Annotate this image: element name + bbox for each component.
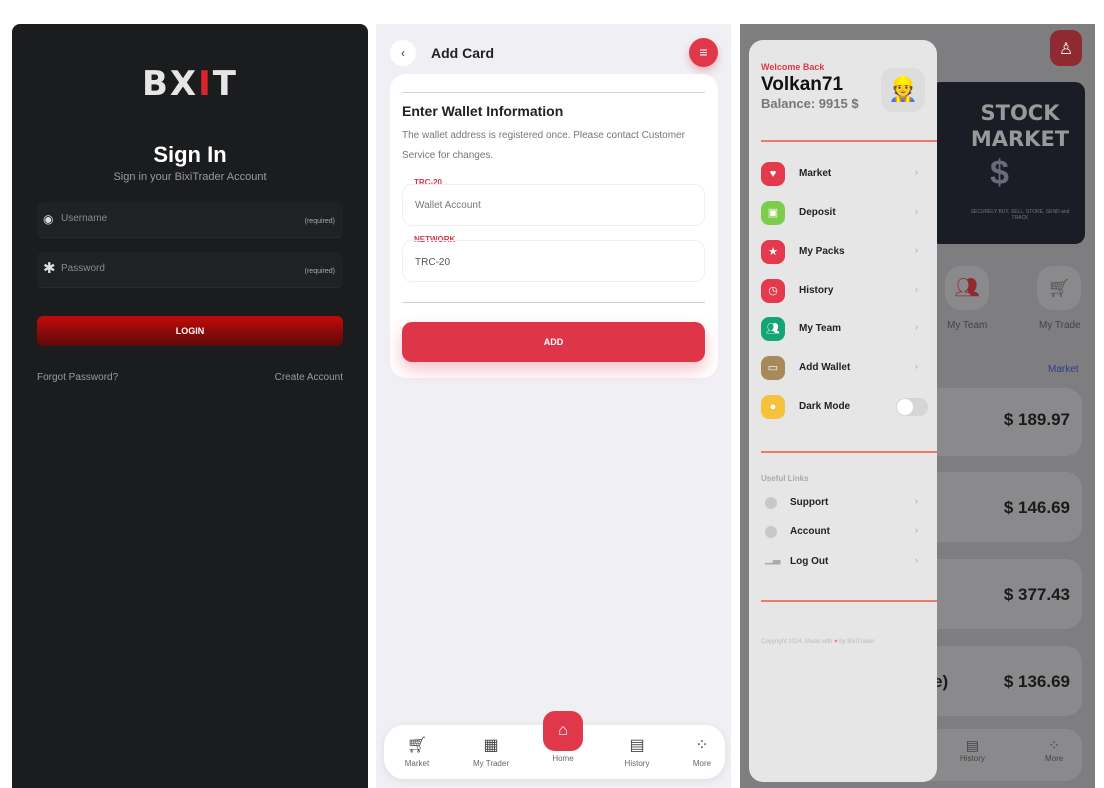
wallet-form-card: Enter Wallet Information The wallet addr… [390,74,718,378]
dollar-icon: $ [990,154,1009,192]
useful-links-heading: Useful Links [761,474,809,483]
menu-button[interactable]: ≡ [689,38,718,67]
avatar[interactable]: 👷 [881,68,925,112]
password-placeholder: Password [61,263,105,274]
balance: Balance: 9915 $ [761,96,859,111]
required-label: (required) [304,268,335,275]
divider [402,302,705,303]
divider [402,92,705,93]
user-icon: ♙ [1058,41,1074,58]
user-icon: ◉ [43,212,54,226]
news-icon: ▤ [629,737,645,754]
chevron-right-icon: › [915,245,918,255]
list-item[interactable]: $ 189.97 [920,388,1082,456]
form-heading: Enter Wallet Information [402,103,564,119]
welcome-text: Welcome Back [761,62,825,72]
side-drawer: Welcome Back Volkan71 Balance: 9915 $ 👷 … [749,40,937,782]
add-card-screen: ‹ Add Card ≡ Enter Wallet Information Th… [376,24,731,788]
chevron-right-icon: › [915,167,918,177]
nav-my-trader[interactable]: ▦ My Trader [461,735,521,768]
menu-item-history[interactable]: ◷ History › [761,279,931,307]
star-icon: ★ [761,240,785,264]
divider [761,451,937,453]
page-title: Sign In [153,142,227,167]
divider [761,600,937,602]
deposit-icon: ▣ [761,201,785,225]
nav-more[interactable]: ⁘ More [672,735,732,768]
wallet-account-input[interactable]: Wallet Account [402,184,705,226]
market-link[interactable]: Market [1048,364,1079,375]
home-icon: ⌂ [558,722,568,739]
password-input[interactable]: ✱ Password (required) [37,252,343,288]
divider [761,140,937,142]
account-icon [765,526,777,538]
support-icon [765,497,777,509]
wallet-placeholder: Wallet Account [415,200,481,211]
heart-icon: ♥ [761,162,785,186]
chevron-right-icon: › [915,525,918,535]
grid-icon: ▦ [483,737,499,754]
chevron-right-icon: › [915,206,918,216]
forgot-password-link[interactable]: Forgot Password? [37,372,118,383]
dark-mode-toggle[interactable] [896,398,928,416]
bxit-logo: BXIT [142,64,238,104]
create-account-link[interactable]: Create Account [275,372,343,383]
menu-item-my-packs[interactable]: ★ My Packs › [761,240,931,268]
menu-item-market[interactable]: ♥ Market › [761,162,931,190]
page-title: Add Card [431,45,494,61]
my-trade-shortcut[interactable]: 🛒︎ [1037,266,1081,310]
form-description: The wallet address is registered once. P… [402,130,685,161]
link-support[interactable]: Support › [761,495,931,515]
more-icon: ⁘ [695,737,709,754]
username: Volkan71 [761,74,844,95]
team-icon: 👥︎ [761,317,785,341]
menu-item-dark-mode: ● Dark Mode [761,395,931,423]
stock-market-banner: STOCK MARKET $ SECURELY BUY, SELL, STORE,… [930,82,1085,244]
home-button[interactable]: ⌂ [543,711,583,751]
chevron-right-icon: › [915,284,918,294]
my-team-shortcut[interactable]: 👥︎ [945,266,989,310]
login-button[interactable]: LOGIN [37,316,343,346]
menu-item-add-wallet[interactable]: ▭ Add Wallet › [761,356,931,384]
asterisk-icon: ✱ [43,260,56,277]
nav-more[interactable]: ⁘ More [1045,737,1063,763]
menu-screen: ♙ STOCK MARKET $ SECURELY BUY, SELL, STOR… [740,24,1095,788]
username-input[interactable]: ◉ Username (required) [37,202,343,238]
page-subtitle: Sign in your BixiTrader Account [113,171,267,183]
link-account[interactable]: Account › [761,524,931,544]
add-button[interactable]: ADD [402,322,705,362]
link-log-out[interactable]: ▁▃ Log Out › [761,554,931,574]
nav-market[interactable]: 🛒︎ Market [387,735,447,768]
signal-icon: ▁▃ [765,554,781,565]
back-button[interactable]: ‹ [390,40,416,66]
clock-icon: ◷ [761,279,785,303]
chevron-right-icon: › [915,322,918,332]
copyright: Copyright 2024. Made with ♥ by BixiTrade… [761,639,875,645]
signin-screen: BXIT Sign In Sign in your BixiTrader Acc… [12,24,368,788]
heart-icon: ♥ [834,639,838,645]
network-value: TRC-20 [415,257,451,268]
bulb-icon: ● [761,395,785,419]
profile-button[interactable]: ♙ [1050,30,1082,66]
wallet-icon: ▭ [761,356,785,380]
network-input[interactable]: TRC-20 [402,240,705,282]
nav-home[interactable]: Home [533,754,593,763]
username-placeholder: Username [61,213,108,224]
required-label: (required) [304,218,335,225]
chevron-right-icon: › [915,361,918,371]
hamburger-icon: ≡ [699,44,708,60]
menu-item-deposit[interactable]: ▣ Deposit › [761,201,931,229]
list-item[interactable]: $ 146.69 [920,472,1082,542]
cart-icon: 🛒︎ [406,737,428,754]
nav-history[interactable]: ▤ History [960,737,985,763]
chevron-right-icon: › [915,555,918,565]
chevron-right-icon: › [915,496,918,506]
list-item[interactable]: $ 377.43 [920,559,1082,629]
menu-item-my-team[interactable]: 👥︎ My Team › [761,317,931,345]
nav-history[interactable]: ▤ History [607,735,667,768]
